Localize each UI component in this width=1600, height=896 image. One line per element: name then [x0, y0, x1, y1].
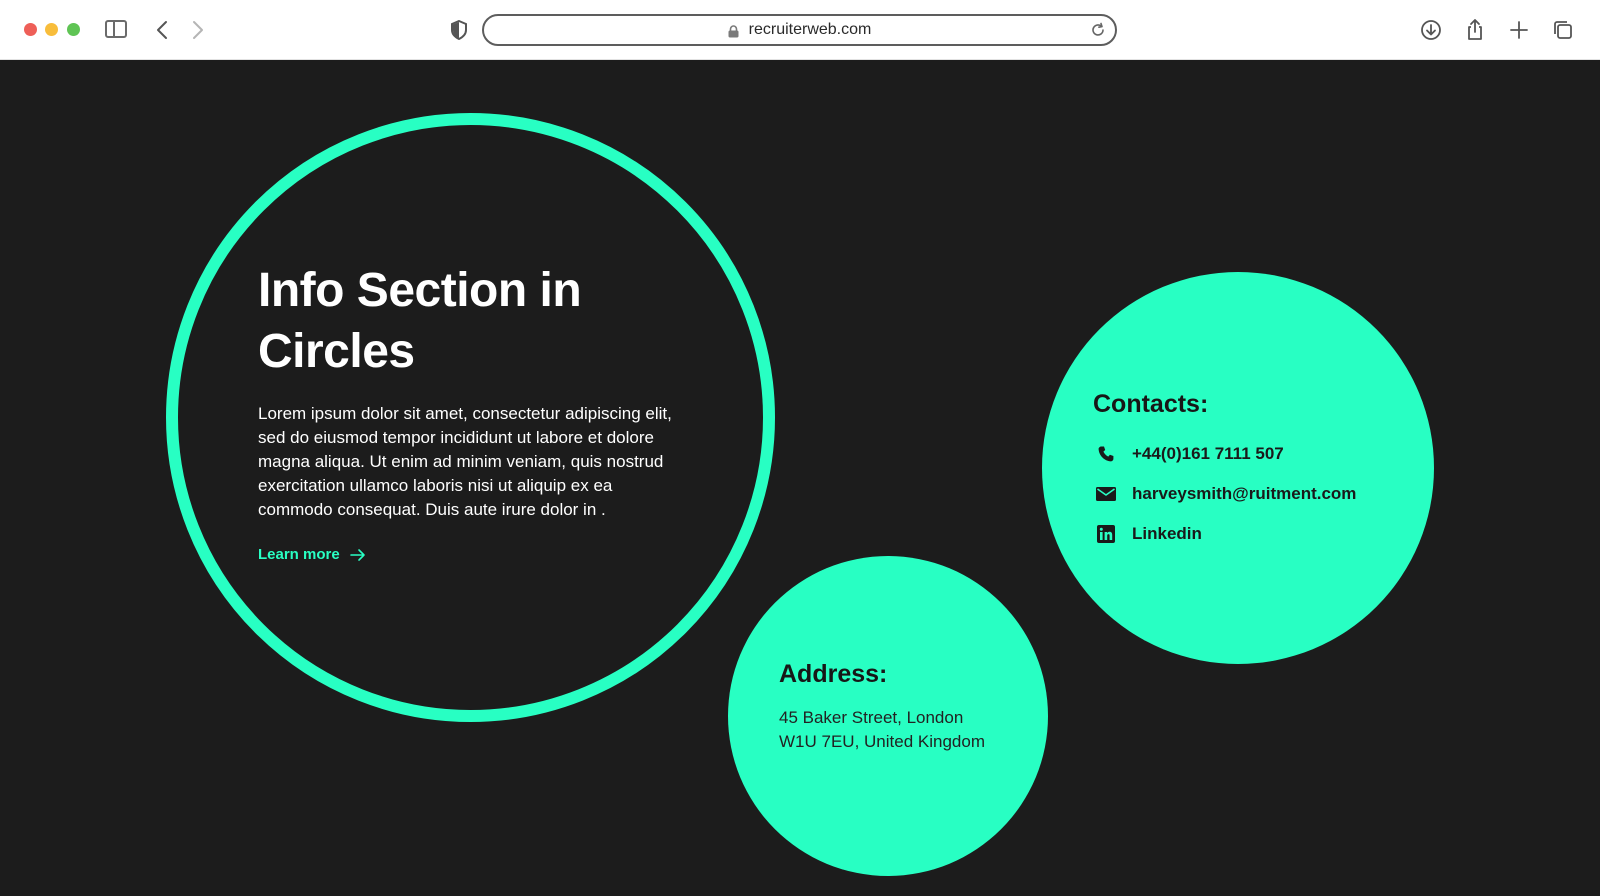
browser-toolbar: recruiterweb.com	[0, 0, 1600, 60]
arrow-right-icon	[349, 548, 365, 561]
linkedin-label: Linkedin	[1132, 524, 1202, 543]
shield-icon[interactable]	[448, 18, 470, 42]
lock-icon	[728, 24, 739, 38]
address-line-1: 45 Baker Street, London	[779, 708, 964, 727]
phone-icon	[1096, 444, 1116, 464]
contacts-title: Contacts:	[1093, 390, 1209, 418]
contacts-circle	[1042, 272, 1434, 664]
address-line-2: W1U 7EU, United Kingdom	[779, 732, 985, 751]
info-body: Lorem ipsum dolor sit amet, consectetur …	[258, 404, 672, 519]
learn-more-link[interactable]: Learn more	[258, 546, 366, 563]
new-tab-icon[interactable]	[1506, 17, 1532, 43]
contact-linkedin[interactable]: Linkedin	[1096, 524, 1202, 544]
sidebar-icon[interactable]	[105, 20, 127, 38]
maximize-window-button[interactable]	[67, 23, 80, 36]
address-title: Address:	[779, 660, 888, 688]
back-icon[interactable]	[150, 18, 174, 42]
learn-more-label: Learn more	[258, 546, 340, 563]
email-address: harveysmith@ruitment.com	[1132, 484, 1357, 503]
tabs-overview-icon[interactable]	[1550, 17, 1576, 43]
contact-email[interactable]: harveysmith@ruitment.com	[1096, 484, 1356, 504]
info-title: Info Section in Circles	[258, 264, 582, 378]
address-bar[interactable]: recruiterweb.com	[482, 14, 1117, 46]
url-text: recruiterweb.com	[748, 21, 872, 38]
download-icon[interactable]	[1418, 17, 1444, 43]
close-window-button[interactable]	[24, 23, 37, 36]
minimize-window-button[interactable]	[45, 23, 58, 36]
contact-phone[interactable]: +44(0)161 7111 507	[1096, 444, 1284, 464]
share-icon[interactable]	[1462, 17, 1488, 43]
mail-icon	[1096, 484, 1116, 504]
reload-icon[interactable]	[1089, 21, 1107, 39]
forward-icon[interactable]	[186, 18, 210, 42]
linkedin-icon	[1096, 524, 1116, 544]
page-content: Info Section in Circles Lorem ipsum dolo…	[0, 60, 1600, 896]
phone-number: +44(0)161 7111 507	[1132, 444, 1284, 463]
